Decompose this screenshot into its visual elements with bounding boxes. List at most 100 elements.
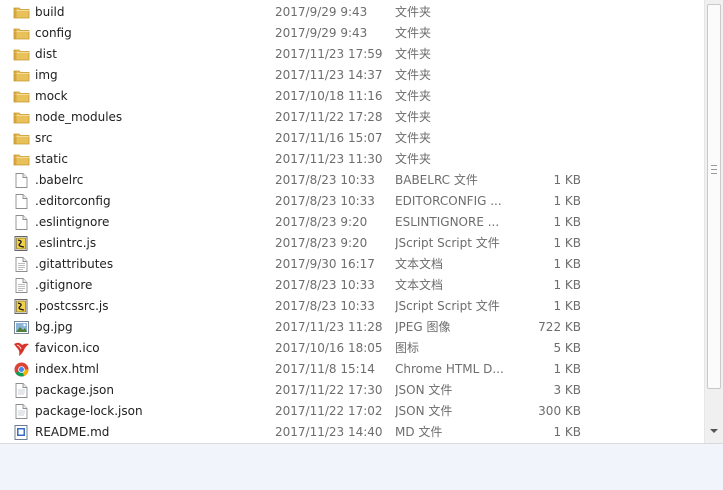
file-date-modified: 2017/11/22 17:28 <box>275 110 383 124</box>
file-name: static <box>35 152 68 166</box>
file-type: 文件夹 <box>395 26 432 40</box>
text-file-icon <box>13 275 33 296</box>
scrollbar-thumb[interactable] <box>707 4 721 389</box>
file-date-modified: 2017/11/22 17:02 <box>275 404 383 418</box>
file-row[interactable]: static 2017/11/23 11:30 文件夹 <box>0 149 704 170</box>
file-row[interactable]: index.html 2017/11/8 15:14 Chrome HTML D..… <box>0 359 704 380</box>
file-date-modified: 2017/9/30 16:17 <box>275 257 375 271</box>
file-size: 1 KB <box>553 362 581 376</box>
details-pane <box>0 444 723 490</box>
file-row[interactable]: bg.jpg 2017/11/23 11:28 JPEG 图像 722 KB <box>0 317 704 338</box>
file-name: .postcssrc.js <box>35 299 109 313</box>
folder-icon <box>13 107 33 128</box>
file-type: 文件夹 <box>395 110 432 124</box>
file-size: 1 KB <box>553 257 581 271</box>
file-row[interactable]: package-lock.json 2017/11/22 17:02 JSON 文件… <box>0 401 704 422</box>
folder-icon <box>13 86 33 107</box>
file-type: ESLINTIGNORE ... <box>395 215 500 229</box>
file-name: package.json <box>35 383 115 397</box>
file-size: 1 KB <box>553 299 581 313</box>
file-size <box>505 149 581 170</box>
file-name: img <box>35 68 58 82</box>
file-type: 文件夹 <box>395 5 432 19</box>
file-size <box>505 65 581 86</box>
file-row[interactable]: .postcssrc.js 2017/8/23 10:33 JScript Scri… <box>0 296 704 317</box>
file-name: .eslintrc.js <box>35 236 97 250</box>
folder-icon <box>13 23 33 44</box>
file-date-modified: 2017/11/22 17:30 <box>275 383 383 397</box>
file-row[interactable]: mock 2017/10/18 11:16 文件夹 <box>0 86 704 107</box>
file-size <box>505 86 581 107</box>
file-date-modified: 2017/11/23 14:37 <box>275 68 383 82</box>
file-date-modified: 2017/11/23 17:59 <box>275 47 383 61</box>
image-file-icon <box>13 317 33 338</box>
folder-icon <box>13 2 33 23</box>
file-row[interactable]: favicon.ico 2017/10/16 18:05 图标 5 KB <box>0 338 704 359</box>
file-row[interactable]: .babelrc 2017/8/23 10:33 BABELRC 文件 1 KB <box>0 170 704 191</box>
file-size: 5 KB <box>553 341 581 355</box>
file-name: .eslintignore <box>35 215 110 229</box>
file-row[interactable]: config 2017/9/29 9:43 文件夹 <box>0 23 704 44</box>
file-type: JSON 文件 <box>395 383 453 397</box>
blank-file-icon <box>13 191 33 212</box>
file-date-modified: 2017/9/29 9:43 <box>275 5 368 19</box>
file-name: node_modules <box>35 110 123 124</box>
text-file-icon <box>13 254 33 275</box>
file-size: 1 KB <box>553 425 581 439</box>
scroll-down-arrow-icon[interactable] <box>710 429 718 433</box>
chrome-html-icon <box>13 359 33 380</box>
file-row[interactable]: img 2017/11/23 14:37 文件夹 <box>0 65 704 86</box>
file-size: 300 KB <box>538 404 581 418</box>
blank-file-icon <box>13 170 33 191</box>
file-row[interactable]: package.json 2017/11/22 17:30 JSON 文件 3 KB <box>0 380 704 401</box>
file-date-modified: 2017/8/23 9:20 <box>275 236 368 250</box>
file-name: index.html <box>35 362 99 376</box>
file-date-modified: 2017/8/23 10:33 <box>275 278 375 292</box>
file-row[interactable]: dist 2017/11/23 17:59 文件夹 <box>0 44 704 65</box>
file-date-modified: 2017/11/16 15:07 <box>275 131 383 145</box>
file-date-modified: 2017/8/23 10:33 <box>275 173 375 187</box>
file-type: 文件夹 <box>395 152 432 166</box>
file-name: .editorconfig <box>35 194 111 208</box>
file-name: mock <box>35 89 68 103</box>
vertical-scrollbar[interactable] <box>704 0 723 443</box>
folder-icon <box>13 149 33 170</box>
file-row[interactable]: .gitattributes 2017/9/30 16:17 文本文档 1 KB <box>0 254 704 275</box>
file-type: EDITORCONFIG ... <box>395 194 502 208</box>
file-size: 1 KB <box>553 194 581 208</box>
file-size <box>505 128 581 149</box>
file-type: 文本文档 <box>395 257 444 271</box>
file-date-modified: 2017/11/23 14:40 <box>275 425 383 439</box>
file-type: 图标 <box>395 341 420 355</box>
file-row[interactable]: .eslintignore 2017/8/23 9:20 ESLINTIGNORE … <box>0 212 704 233</box>
file-size: 722 KB <box>538 320 581 334</box>
file-type: 文件夹 <box>395 68 432 82</box>
file-row[interactable]: build 2017/9/29 9:43 文件夹 <box>0 2 704 23</box>
file-row[interactable]: .eslintrc.js 2017/8/23 9:20 JScript Script… <box>0 233 704 254</box>
file-name: .gitignore <box>35 278 93 292</box>
file-type: 文件夹 <box>395 131 432 145</box>
file-row[interactable]: node_modules 2017/11/22 17:28 文件夹 <box>0 107 704 128</box>
file-list: build 2017/9/29 9:43 文件夹 config 2017/9/29 9:… <box>0 0 704 443</box>
file-name: config <box>35 26 72 40</box>
file-type: JScript Script 文件 <box>395 299 500 313</box>
file-row[interactable]: src 2017/11/16 15:07 文件夹 <box>0 128 704 149</box>
file-row[interactable]: .editorconfig 2017/8/23 10:33 EDITORCONFIG… <box>0 191 704 212</box>
json-file-icon <box>13 380 33 401</box>
folder-icon <box>13 65 33 86</box>
blank-file-icon <box>13 212 33 233</box>
folder-icon <box>13 44 33 65</box>
file-name: favicon.ico <box>35 341 100 355</box>
file-date-modified: 2017/8/23 10:33 <box>275 299 375 313</box>
file-type: JSON 文件 <box>395 404 453 418</box>
file-name: build <box>35 5 65 19</box>
jscript-file-icon <box>13 233 33 254</box>
file-row[interactable]: .gitignore 2017/8/23 10:33 文本文档 1 KB <box>0 275 704 296</box>
file-row[interactable]: README.md 2017/11/23 14:40 MD 文件 1 KB <box>0 422 704 443</box>
file-size: 1 KB <box>553 236 581 250</box>
file-type: BABELRC 文件 <box>395 173 478 187</box>
file-type: 文件夹 <box>395 89 432 103</box>
file-type: Chrome HTML D... <box>395 362 504 376</box>
file-date-modified: 2017/11/8 15:14 <box>275 362 375 376</box>
file-type: 文本文档 <box>395 278 444 292</box>
